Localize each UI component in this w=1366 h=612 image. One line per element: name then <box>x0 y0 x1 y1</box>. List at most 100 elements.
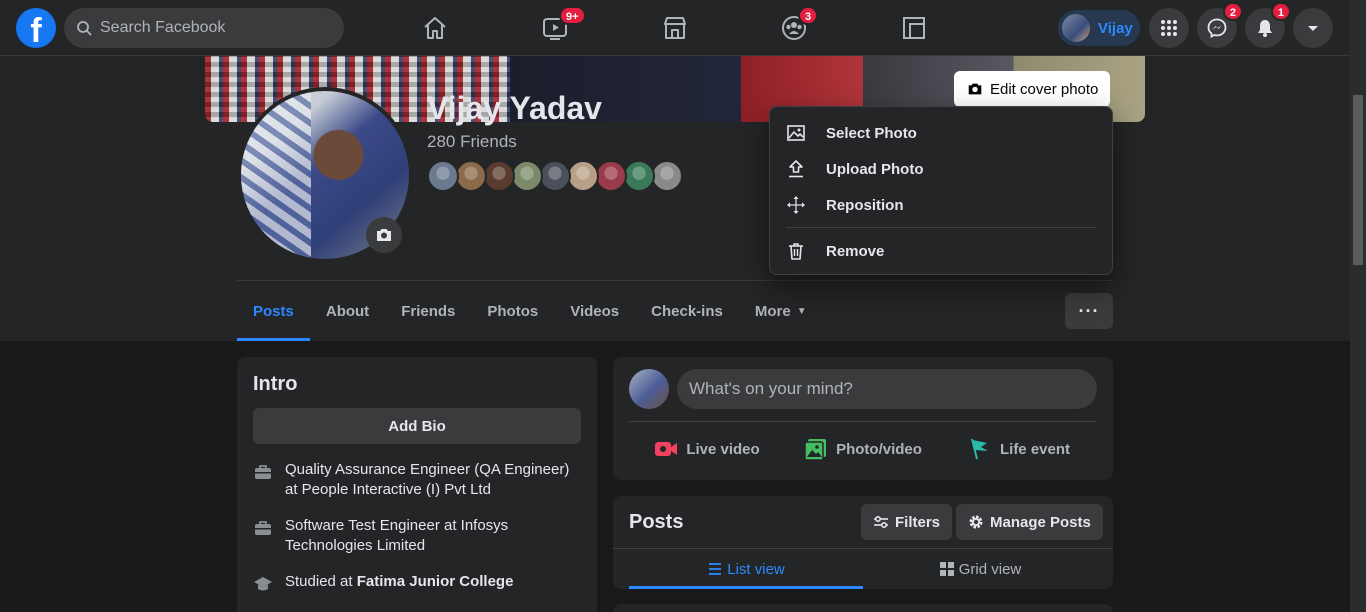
friend-avatar[interactable] <box>595 160 627 192</box>
menu-item-upload-photo[interactable]: Upload Photo <box>778 151 1104 187</box>
friend-avatar[interactable] <box>567 160 599 192</box>
nav-marketplace[interactable] <box>655 8 695 48</box>
friend-avatar[interactable] <box>455 160 487 192</box>
grid-view-tab[interactable]: Grid view <box>863 549 1097 589</box>
add-bio-button[interactable]: Add Bio <box>253 408 581 444</box>
tab-photos[interactable]: Photos <box>471 281 554 341</box>
briefcase-icon <box>255 465 271 479</box>
tab-label: Posts <box>253 302 294 320</box>
notifications-button[interactable]: 1 <box>1245 2 1291 48</box>
watch-badge: 9+ <box>559 6 586 25</box>
menu-item-select-photo[interactable]: Select Photo <box>778 115 1104 151</box>
facebook-logo-icon[interactable]: f <box>16 8 56 48</box>
briefcase-icon <box>255 521 271 535</box>
friend-avatar[interactable] <box>427 160 459 192</box>
photo-select-icon <box>787 125 805 141</box>
tab-friends[interactable]: Friends <box>385 281 471 341</box>
intro-work-item: Software Test Engineer at Infosys Techno… <box>253 516 581 556</box>
list-view-tab[interactable]: List view <box>629 549 863 589</box>
menu-item-label: Reposition <box>826 196 904 214</box>
tab-label: Friends <box>401 302 456 320</box>
move-icon <box>787 196 805 214</box>
caret-down-icon: ▼ <box>796 305 807 317</box>
intro-education-school[interactable]: Fatima Junior College <box>357 573 514 590</box>
next-post-card <box>613 604 1113 612</box>
avatar[interactable] <box>629 369 669 409</box>
nav-groups[interactable]: 3 <box>774 6 819 48</box>
caret-down-icon <box>1308 26 1318 31</box>
post-composer: What's on your mind? Live video Photo/vi… <box>613 357 1113 480</box>
edit-cover-label: Edit cover photo <box>990 80 1099 98</box>
page-scrollbar[interactable] <box>1350 0 1366 612</box>
filters-label: Filters <box>895 513 941 531</box>
tab-label: Check-ins <box>651 302 723 320</box>
friend-avatar[interactable] <box>623 160 655 192</box>
tab-label: About <box>325 302 370 320</box>
avatar-photo-detail <box>241 91 311 259</box>
profile-shortcut-name: Vijay <box>1098 19 1133 37</box>
menu-divider <box>786 227 1096 228</box>
intro-title: Intro <box>253 373 298 395</box>
camera-icon <box>968 83 982 95</box>
friends-count[interactable]: 280 Friends <box>427 132 517 152</box>
search-icon <box>77 21 92 36</box>
tab-more[interactable]: More ▼ <box>739 281 823 341</box>
messenger-badge: 2 <box>1222 2 1243 21</box>
gaming-icon <box>903 17 925 39</box>
cover-photo-menu: Select Photo Upload Photo Reposition Rem… <box>769 106 1113 275</box>
nav-watch[interactable]: 9+ <box>535 6 586 48</box>
profile-more-options-button[interactable]: ··· <box>1065 293 1113 329</box>
search-input[interactable] <box>100 19 320 37</box>
posts-title: Posts <box>629 511 684 533</box>
home-icon <box>424 17 446 39</box>
menu-item-reposition[interactable]: Reposition <box>778 187 1104 223</box>
composer-input[interactable]: What's on your mind? <box>677 369 1097 409</box>
tab-posts[interactable]: Posts <box>237 281 310 341</box>
tab-check-ins[interactable]: Check-ins <box>635 281 739 341</box>
manage-posts-button[interactable]: Manage Posts <box>956 504 1103 540</box>
bell-icon <box>1258 20 1272 37</box>
messenger-icon <box>1207 18 1227 38</box>
tab-about[interactable]: About <box>310 281 385 341</box>
scrollbar-thumb[interactable] <box>1353 95 1363 265</box>
account-dropdown-button[interactable] <box>1293 8 1333 48</box>
live-video-button[interactable]: Live video <box>629 429 785 469</box>
gear-icon <box>969 515 983 529</box>
grid-menu-icon <box>1161 20 1177 36</box>
menu-item-remove[interactable]: Remove <box>778 233 1104 269</box>
composer-divider <box>629 421 1097 422</box>
graduation-cap-icon <box>254 577 272 591</box>
life-event-button[interactable]: Life event <box>941 429 1097 469</box>
intro-education-prefix: Studied at <box>285 573 357 590</box>
friend-avatar[interactable] <box>651 160 683 192</box>
life-event-label: Life event <box>999 440 1071 458</box>
intro-work-item: Quality Assurance Engineer (QA Engineer)… <box>253 460 581 500</box>
filters-button[interactable]: Filters <box>861 504 953 540</box>
nav-gaming[interactable] <box>894 8 934 48</box>
intro-education-item: Studied at Fatima Junior College <box>253 572 581 594</box>
intro-work-text: Quality Assurance Engineer (QA Engineer)… <box>285 461 570 498</box>
search-box[interactable] <box>64 8 344 48</box>
friend-avatar[interactable] <box>511 160 543 192</box>
notifications-badge: 1 <box>1270 2 1291 21</box>
photo-video-button[interactable]: Photo/video <box>785 429 941 469</box>
groups-badge: 3 <box>798 6 819 25</box>
photo-video-icon <box>804 439 827 461</box>
tab-videos[interactable]: Videos <box>554 281 635 341</box>
update-profile-picture-button[interactable] <box>366 217 402 253</box>
menu-item-label: Upload Photo <box>826 160 924 178</box>
tab-label: More <box>754 302 791 320</box>
profile-tabs: Posts About Friends Photos Videos Check-… <box>237 281 823 341</box>
messenger-button[interactable]: 2 <box>1197 2 1243 48</box>
tab-label: Videos <box>570 302 620 320</box>
menu-button[interactable] <box>1149 8 1189 48</box>
tab-label: Photos <box>487 302 539 320</box>
profile-shortcut[interactable]: Vijay <box>1058 10 1140 46</box>
friend-avatar[interactable] <box>483 160 515 192</box>
friend-avatar[interactable] <box>539 160 571 192</box>
edit-cover-photo-button[interactable]: Edit cover photo <box>954 71 1111 107</box>
camera-icon <box>377 229 391 241</box>
avatar <box>1062 14 1090 42</box>
nav-home[interactable] <box>415 8 455 48</box>
profile-name: Vijay Yadav <box>427 90 602 126</box>
